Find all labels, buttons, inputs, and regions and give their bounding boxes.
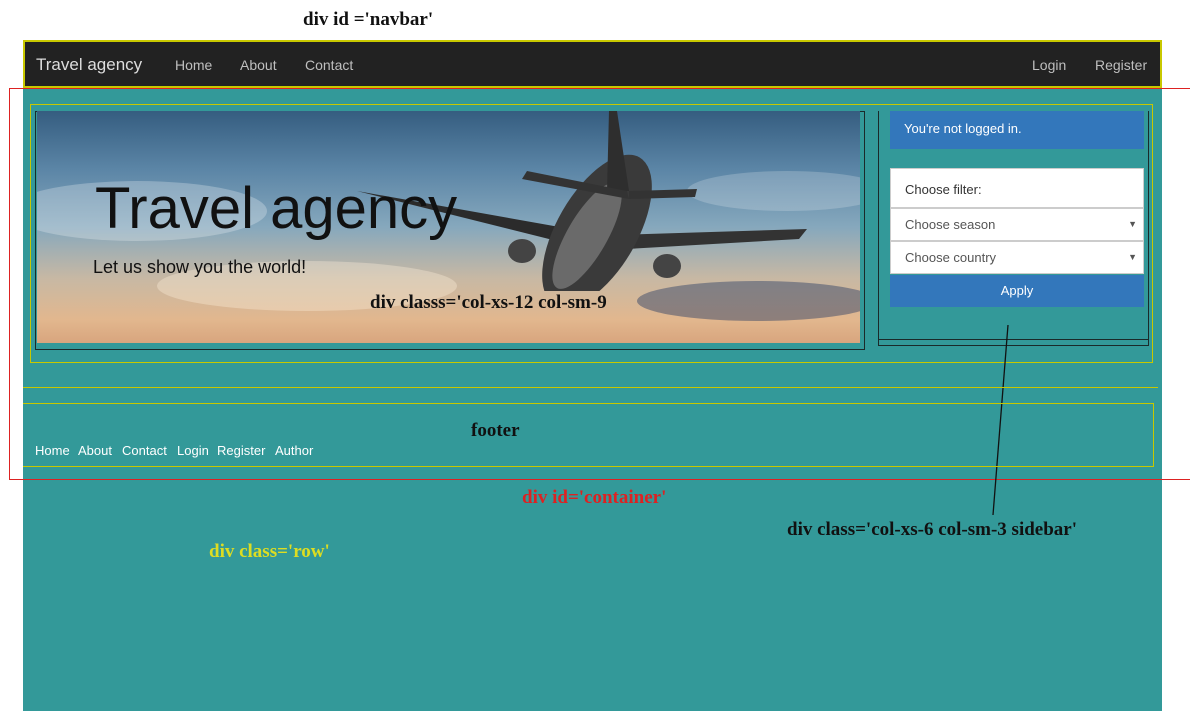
nav-link-home[interactable]: Home — [175, 57, 212, 73]
footer-link-contact[interactable]: Contact — [122, 443, 167, 458]
season-select[interactable]: Choose season ▼ — [890, 208, 1144, 241]
country-select[interactable]: Choose country ▼ — [890, 241, 1144, 274]
season-select-value: Choose season — [905, 217, 996, 232]
row-annotation: div class='row' — [209, 541, 330, 562]
footer-annotation: footer — [471, 420, 520, 441]
nav-link-contact[interactable]: Contact — [305, 57, 353, 73]
nav-link-login[interactable]: Login — [1032, 57, 1066, 73]
nav-link-register[interactable]: Register — [1095, 57, 1147, 73]
nav-link-about[interactable]: About — [240, 57, 277, 73]
navbar-brand[interactable]: Travel agency — [36, 55, 142, 75]
container-annotation: div id='container' — [522, 487, 667, 508]
sidebar-annotation: div class='col-xs-6 col-sm-3 sidebar' — [787, 519, 1078, 540]
footer-link-author[interactable]: Author — [275, 443, 313, 458]
filter-label: Choose filter: — [890, 168, 1144, 208]
footer-link-login[interactable]: Login — [177, 443, 209, 458]
login-alert: You're not logged in. — [890, 111, 1144, 149]
hero-title: Travel agency — [95, 176, 458, 241]
hero-subtitle: Let us show you the world! — [93, 257, 307, 277]
country-select-value: Choose country — [905, 250, 997, 265]
navbar-annotation: div id ='navbar' — [303, 9, 434, 30]
footer-link-about[interactable]: About — [78, 443, 112, 458]
apply-button[interactable]: Apply — [890, 275, 1144, 307]
caret-down-icon: ▼ — [1128, 252, 1137, 262]
footer-link-register[interactable]: Register — [217, 443, 265, 458]
navbar: Travel agency Home About Contact Login R… — [23, 40, 1162, 88]
footer-link-home[interactable]: Home — [35, 443, 70, 458]
col-annotation: div classs='col-xs-12 col-sm-9 — [370, 292, 607, 313]
footer-divider — [23, 387, 1158, 388]
caret-down-icon: ▼ — [1128, 219, 1137, 229]
